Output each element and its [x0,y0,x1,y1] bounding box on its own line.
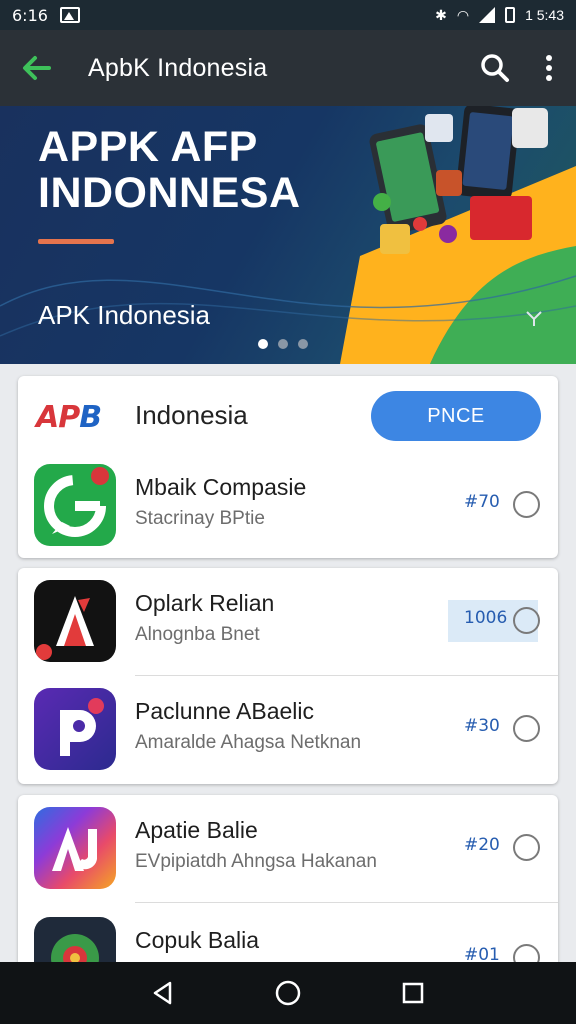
nav-recents-button[interactable] [393,973,433,1013]
section-label: Indonesia [135,400,248,430]
section-header: APB Indonesia PNCE [18,376,558,456]
chevron-down-icon [526,311,542,326]
carousel-dot[interactable] [298,339,308,349]
list-divider [135,902,558,903]
status-icons: ✱ ◠ 1 5:43 [435,7,564,24]
carousel-dot[interactable] [278,339,288,349]
select-radio[interactable] [513,834,540,861]
image-notification-icon [59,7,80,23]
app-desc: Amaralde Ahagsa Netknan [135,732,362,753]
carousel-indicator [258,339,308,349]
banner-accent-line [38,239,114,244]
triangle-back-icon [153,981,171,1005]
app-price: #30 [464,716,500,736]
back-arrow-icon [23,56,51,80]
promo-banner[interactable]: APPK AFP INDONNESA APK Indonesia [0,106,576,364]
status-bar: 6:16 ✱ ◠ 1 5:43 [0,0,576,30]
app-list-item[interactable]: Paclunne ABaelic Amaralde Ahagsa Netknan… [18,676,558,784]
app-desc: Alnognba Bnet [135,624,260,645]
overflow-menu-button[interactable] [522,30,576,106]
nav-home-button[interactable] [268,973,308,1013]
app-list-item[interactable]: Oplark Relian Alnognba Bnet 1006 [18,568,558,676]
app-icon-green-g [34,464,116,546]
app-list-card: Oplark Relian Alnognba Bnet 1006 Paclunn… [18,568,558,784]
select-radio[interactable] [513,491,540,518]
banner-expand-button[interactable] [520,304,548,332]
app-list-item[interactable]: Mbaik Compasie Stacrinay BPtie #70 [18,452,558,558]
status-right-text: 1 5:43 [525,7,564,23]
banner-headline: APPK AFP INDONNESA [38,123,301,217]
square-recents-icon [403,982,424,1004]
app-bar: ApbK Indonesia [0,30,576,106]
system-nav-bar [0,962,576,1024]
more-vert-icon [546,55,552,81]
app-list-card: Apatie Balie EVpipiatdh Ahngsa Hakanan #… [18,795,558,975]
bluetooth-icon: ✱ [435,6,447,23]
select-radio[interactable] [513,715,540,742]
app-desc: Stacrinay BPtie [135,508,265,529]
carousel-dot[interactable] [258,339,268,349]
primary-action-button[interactable]: PNCE [371,391,541,441]
brand-logo: APB [36,400,102,435]
app-icon-purple-p [34,688,116,770]
app-icon-red-a [34,580,116,662]
app-icon-colorful-aj [34,807,116,889]
signal-icon [479,7,496,23]
app-name: Copuk Balia [135,927,260,953]
nav-back-button[interactable] [143,973,183,1013]
wifi-icon: ◠ [456,6,470,23]
app-list-card: APB Indonesia PNCE Mbaik Compasie Stacri… [18,376,558,558]
select-radio[interactable] [513,607,540,634]
banner-subtitle: APK Indonesia [38,300,211,330]
app-price: 1006 [464,608,508,628]
circle-home-icon [275,980,301,1006]
app-name: Paclunne ABaelic [135,698,315,724]
app-price: #70 [464,492,500,512]
app-name: Oplark Relian [135,590,275,616]
app-price: #20 [464,835,500,855]
battery-icon [505,7,516,23]
status-time: 6:16 [12,5,48,25]
search-button[interactable] [468,30,522,106]
back-button[interactable] [0,30,72,106]
app-name: Apatie Balie [135,817,258,843]
app-name: Mbaik Compasie [135,474,307,500]
page-title: ApbK Indonesia [88,53,268,82]
app-list-item[interactable]: Apatie Balie EVpipiatdh Ahngsa Hakanan #… [18,795,558,903]
search-icon [481,54,509,82]
app-desc: EVpipiatdh Ahngsa Hakanan [135,851,377,872]
